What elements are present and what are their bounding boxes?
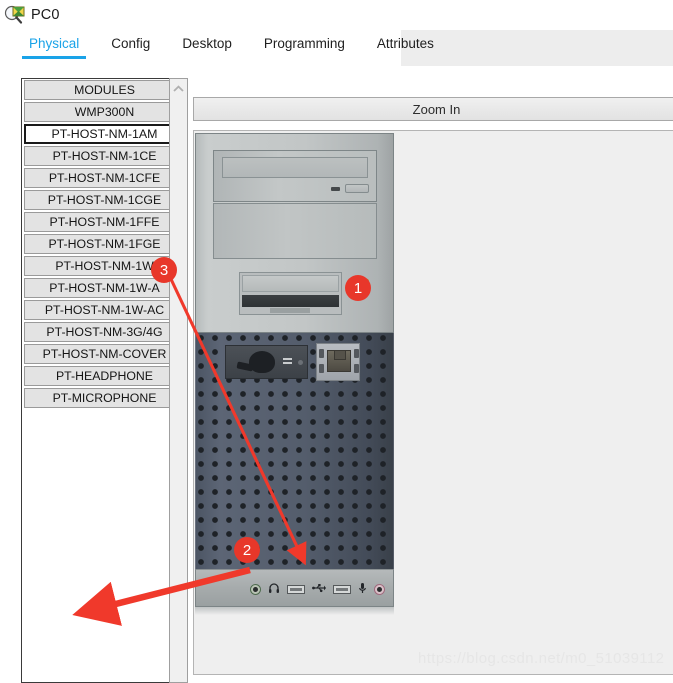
watermark: https://blog.csdn.net/m0_51039112 xyxy=(418,650,665,667)
usb-port-1[interactable] xyxy=(287,585,305,594)
module-list-item[interactable]: PT-HOST-NM-1AM xyxy=(24,124,185,144)
module-list-item-label: PT-HOST-NM-1CE xyxy=(52,149,157,163)
tab-desktop-label: Desktop xyxy=(182,36,232,51)
chassis-front-panel xyxy=(195,133,394,333)
tab-physical[interactable]: Physical xyxy=(20,30,88,60)
modem-marking-icon xyxy=(283,358,292,366)
usb-port-2[interactable] xyxy=(333,585,351,594)
modules-list[interactable]: MODULES WMP300N PT-HOST-NM-1AM PT-HOST-NM-1… xyxy=(22,79,187,410)
front-io-connectors xyxy=(250,582,385,597)
tab-config-label: Config xyxy=(111,36,151,51)
modem-module-slot[interactable] xyxy=(225,345,308,379)
module-list-item[interactable]: PT-HOST-NM-1CFE xyxy=(24,168,185,188)
optical-drive-eject-button[interactable] xyxy=(345,184,369,193)
modem-screw-icon xyxy=(298,360,303,365)
ethernet-bracket-pin xyxy=(354,349,359,358)
floppy-drive-eject-button[interactable] xyxy=(270,308,310,313)
module-list-item-label: PT-HOST-NM-1CGE xyxy=(47,193,162,207)
tab-attributes[interactable]: Attributes xyxy=(368,30,443,60)
tab-programming-label: Programming xyxy=(263,36,345,51)
module-list-item-label: PT-HOST-NM-1FGE xyxy=(48,237,161,251)
module-list-item-label: PT-HOST-NM-COVER xyxy=(42,347,167,361)
usb-icon xyxy=(312,583,326,596)
module-list-item-label: PT-MICROPHONE xyxy=(52,391,157,405)
window-title: PC0 xyxy=(31,7,60,23)
module-list-item-label: PT-HEADPHONE xyxy=(55,369,154,383)
floppy-drive-slot xyxy=(242,295,339,307)
module-list-item[interactable]: PT-HOST-NM-1CE xyxy=(24,146,185,166)
tab-config[interactable]: Config xyxy=(102,30,159,60)
blank-drive-bay xyxy=(213,203,377,259)
physical-tab-content: MODULES WMP300N PT-HOST-NM-1AM PT-HOST-NM-1… xyxy=(0,66,673,683)
annotation-badge-1: 1 xyxy=(345,275,371,301)
modules-panel: MODULES WMP300N PT-HOST-NM-1AM PT-HOST-NM-1… xyxy=(21,78,188,683)
module-list-item-label: PT-HOST-NM-3G/4G xyxy=(46,325,163,339)
optical-drive-led-icon xyxy=(331,187,340,191)
module-list-item[interactable]: PT-HEADPHONE xyxy=(24,366,185,386)
ethernet-bracket-pin xyxy=(354,364,359,373)
microphone-icon xyxy=(358,582,367,597)
optical-drive-tray xyxy=(222,157,368,178)
module-list-item-label: PT-HOST-NM-1CFE xyxy=(48,171,161,185)
chassis-base-shadow xyxy=(195,607,394,615)
expansion-module-row xyxy=(225,343,360,381)
annotation-badge-2-label: 2 xyxy=(242,541,252,559)
device-preview-panel: Zoom In xyxy=(193,66,673,683)
module-list-item[interactable]: PT-HOST-NM-1FFE xyxy=(24,212,185,232)
ethernet-bracket-pin xyxy=(319,364,324,373)
tab-programming[interactable]: Programming xyxy=(255,30,354,60)
zoom-in-button[interactable]: Zoom In xyxy=(193,97,673,121)
tab-list: Physical Config Desktop Programming Attr… xyxy=(0,30,443,66)
tab-desktop[interactable]: Desktop xyxy=(173,30,241,60)
module-list-item-label: WMP300N xyxy=(74,105,135,119)
module-list-item[interactable]: PT-HOST-NM-COVER xyxy=(24,344,185,364)
module-list-item-label: MODULES xyxy=(74,83,135,97)
ethernet-rj45-port[interactable] xyxy=(316,343,360,381)
headphone-icon xyxy=(268,582,280,597)
module-list-item[interactable]: MODULES xyxy=(24,80,185,100)
module-list-item[interactable]: PT-MICROPHONE xyxy=(24,388,185,408)
pc-chassis[interactable] xyxy=(195,133,394,622)
window-titlebar: PC0 xyxy=(0,0,673,30)
annotation-badge-3: 3 xyxy=(151,257,177,283)
tab-physical-label: Physical xyxy=(29,36,80,51)
module-list-item-label: PT-HOST-NM-1W-AC xyxy=(44,303,165,317)
module-list-item[interactable]: WMP300N xyxy=(24,102,185,122)
module-list-item[interactable]: PT-HOST-NM-1FGE xyxy=(24,234,185,254)
rj45-socket-icon xyxy=(327,350,351,372)
zoom-in-label: Zoom In xyxy=(412,101,461,117)
module-list-item-label: PT-HOST-NM-1FFE xyxy=(49,215,160,229)
front-io-strip xyxy=(195,569,394,607)
module-list-item-label: PT-HOST-NM-1W-A xyxy=(49,281,160,295)
ethernet-bracket-pin xyxy=(319,349,324,358)
annotation-badge-1-label: 1 xyxy=(353,279,363,297)
module-list-item-label: PT-HOST-NM-1AM xyxy=(51,127,158,141)
modem-jack-icon xyxy=(249,351,275,373)
floppy-drive-bay[interactable] xyxy=(239,272,342,315)
modules-scrollbar[interactable] xyxy=(169,78,188,683)
tab-attributes-label: Attributes xyxy=(376,36,434,51)
microphone-jack[interactable] xyxy=(374,584,385,595)
optical-drive-bay[interactable] xyxy=(213,150,377,202)
device-window: PC0 Physical Config Desktop Programming … xyxy=(0,0,673,683)
audio-line-out-jack[interactable] xyxy=(250,584,261,595)
annotation-badge-2: 2 xyxy=(234,537,260,563)
module-list-item[interactable]: PT-HOST-NM-1W-AC xyxy=(24,300,185,320)
chevron-up-icon[interactable] xyxy=(170,79,187,98)
tab-strip: Physical Config Desktop Programming Attr… xyxy=(0,30,673,66)
device-canvas[interactable] xyxy=(193,130,673,675)
annotation-badge-3-label: 3 xyxy=(159,261,169,279)
module-list-item-label: PT-HOST-NM-1W xyxy=(55,259,154,273)
packet-tracer-device-icon xyxy=(4,4,26,26)
module-list-item[interactable]: PT-HOST-NM-3G/4G xyxy=(24,322,185,342)
module-list-item[interactable]: PT-HOST-NM-1CGE xyxy=(24,190,185,210)
floppy-drive-faceplate xyxy=(242,275,339,292)
